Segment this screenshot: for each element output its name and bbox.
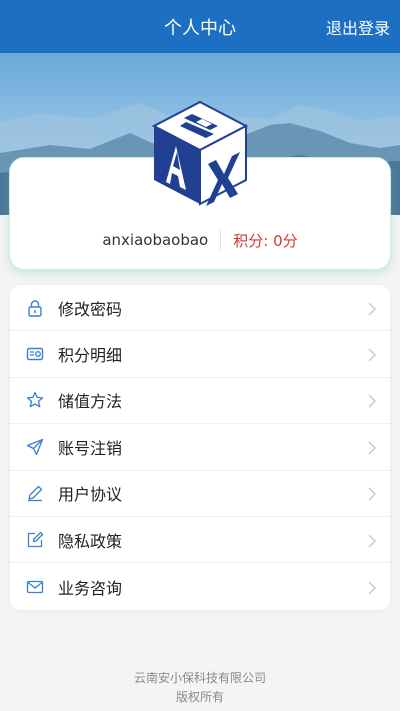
menu-list: 修改密码 积分明细 储值方法 账号注销 用户协议 隐私政策 业务咨询 bbox=[10, 285, 390, 610]
menu-item-change-password[interactable]: 修改密码 bbox=[10, 285, 390, 332]
footer-company: 云南安小保科技有限公司 bbox=[133, 671, 266, 685]
menu-item-user-agreement[interactable]: 用户协议 bbox=[10, 471, 390, 517]
menu-item-label: 账号注销 bbox=[58, 438, 123, 458]
chevron-right-icon bbox=[368, 393, 376, 412]
edit-box-icon bbox=[10, 531, 58, 549]
top-nav-bar: 个人中心 退出登录 bbox=[0, 0, 400, 53]
chevron-right-icon bbox=[368, 486, 376, 505]
app-logo bbox=[151, 100, 249, 206]
menu-item-label: 积分明细 bbox=[58, 346, 123, 366]
chevron-right-icon bbox=[368, 580, 376, 599]
logout-button[interactable]: 退出登录 bbox=[326, 0, 390, 53]
star-icon bbox=[10, 391, 58, 409]
card-icon bbox=[10, 345, 58, 363]
pen-icon bbox=[10, 484, 58, 502]
menu-item-label: 储值方法 bbox=[58, 392, 123, 412]
menu-item-account-cancel[interactable]: 账号注销 bbox=[10, 424, 390, 471]
chevron-right-icon bbox=[368, 440, 376, 459]
username: anxiaobaobao bbox=[102, 231, 209, 249]
menu-item-points-detail[interactable]: 积分明细 bbox=[10, 331, 390, 378]
profile-info-row: anxiaobaobao 积分: 0分 bbox=[10, 228, 390, 252]
menu-item-business-consult[interactable]: 业务咨询 bbox=[10, 563, 390, 609]
chevron-right-icon bbox=[368, 301, 376, 320]
menu-item-label: 修改密码 bbox=[58, 299, 123, 319]
menu-item-label: 用户协议 bbox=[58, 485, 123, 505]
menu-item-stored-value-method[interactable]: 储值方法 bbox=[10, 378, 390, 425]
menu-item-label: 业务咨询 bbox=[58, 578, 123, 598]
lock-icon bbox=[10, 299, 58, 317]
chevron-right-icon bbox=[368, 347, 376, 366]
menu-item-label: 隐私政策 bbox=[58, 531, 123, 551]
points-label: 积分: bbox=[233, 231, 269, 250]
chevron-right-icon bbox=[368, 533, 376, 552]
mail-icon bbox=[10, 578, 58, 596]
menu-item-privacy-policy[interactable]: 隐私政策 bbox=[10, 517, 390, 564]
points-display[interactable]: 积分: 0分 bbox=[221, 230, 297, 251]
footer-rights: 版权所有 bbox=[175, 690, 224, 704]
footer: 云南安小保科技有限公司 版权所有 bbox=[0, 669, 400, 707]
points-value: 0分 bbox=[273, 231, 298, 250]
send-icon bbox=[10, 438, 58, 456]
